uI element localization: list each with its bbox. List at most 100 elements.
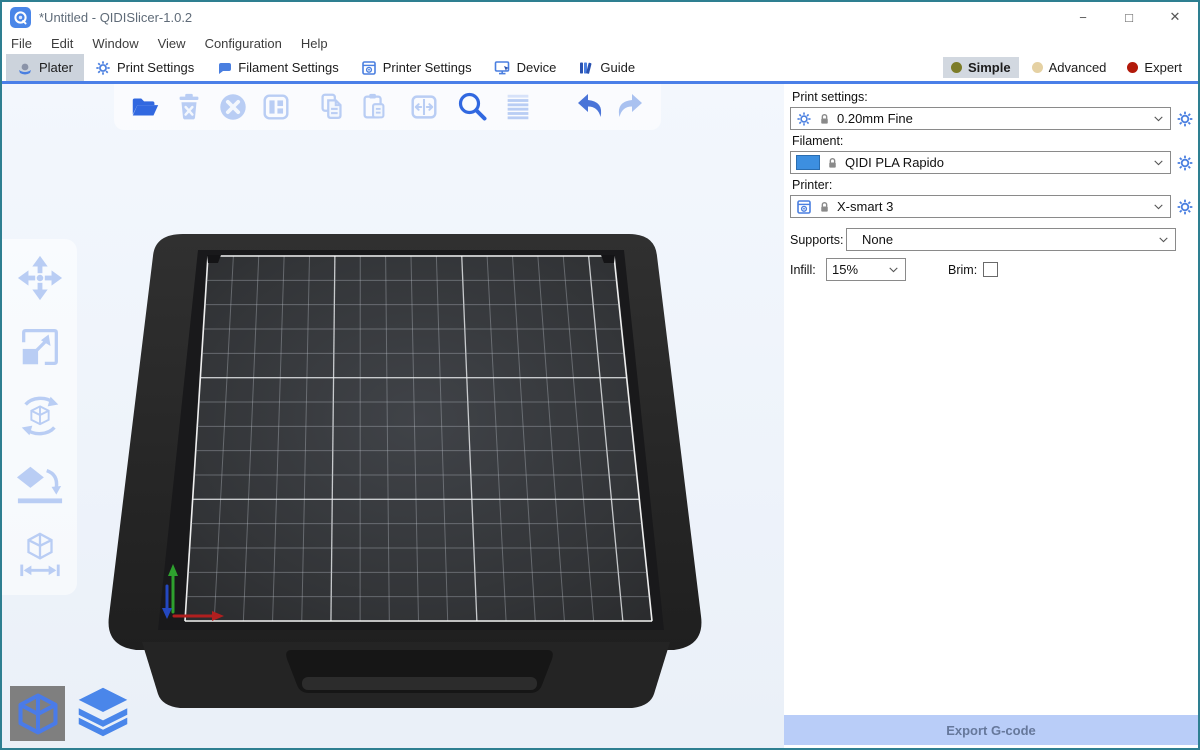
copy-button[interactable]	[315, 90, 349, 124]
app-logo-icon	[10, 7, 31, 28]
mode-label: Advanced	[1049, 60, 1107, 75]
mode-switcher: Simple Advanced Expert	[943, 54, 1198, 81]
mode-advanced[interactable]: Advanced	[1024, 57, 1115, 78]
gear-icon	[95, 60, 111, 76]
sidebar: Print settings: 0.20mm Fine Filament:	[784, 84, 1198, 748]
brim-checkbox[interactable]	[983, 262, 998, 277]
supports-value: None	[852, 232, 893, 247]
edit-printer-button[interactable]	[1175, 197, 1194, 216]
mode-simple[interactable]: Simple	[943, 57, 1019, 78]
delete-button[interactable]	[172, 90, 206, 124]
close-button[interactable]: ✕	[1152, 2, 1198, 32]
edit-print-settings-button[interactable]	[1175, 109, 1194, 128]
mode-label: Expert	[1144, 60, 1182, 75]
menu-view[interactable]: View	[158, 36, 186, 51]
menu-file[interactable]: File	[11, 36, 32, 51]
device-icon	[494, 60, 511, 76]
export-gcode-button[interactable]: Export G-code	[784, 715, 1198, 745]
tab-device[interactable]: Device	[483, 54, 568, 81]
app-window: *Untitled - QIDISlicer-1.0.2 − □ ✕ File …	[0, 0, 1200, 750]
move-icon	[16, 254, 64, 302]
chevron-down-icon	[1152, 200, 1165, 213]
tabbar: Plater Print Settings Filame	[2, 54, 1198, 84]
lock-icon	[818, 200, 831, 214]
printer-icon	[796, 199, 812, 215]
split-objects-button[interactable]	[407, 90, 441, 124]
variable-layer-height-button[interactable]	[501, 90, 535, 124]
redo-icon	[613, 90, 647, 124]
gear-icon	[796, 111, 812, 127]
gear-icon	[1176, 110, 1194, 128]
delete-all-button[interactable]	[216, 90, 250, 124]
printer-combo[interactable]: X-smart 3	[790, 195, 1171, 218]
tab-label: Print Settings	[117, 60, 194, 75]
tab-print-settings[interactable]: Print Settings	[84, 54, 205, 81]
search-icon	[455, 90, 489, 124]
place-on-face-button[interactable]	[15, 460, 65, 510]
menu-window[interactable]: Window	[92, 36, 138, 51]
tab-printer-settings[interactable]: Printer Settings	[350, 54, 483, 81]
split-objects-icon	[408, 91, 440, 123]
printer-icon	[361, 60, 377, 76]
lock-icon	[818, 112, 831, 126]
tab-label: Printer Settings	[383, 60, 472, 75]
tab-guide[interactable]: Guide	[567, 54, 646, 81]
infill-combo[interactable]: 15%	[826, 258, 906, 281]
lock-icon	[826, 156, 839, 170]
print-settings-combo[interactable]: 0.20mm Fine	[790, 107, 1171, 130]
menu-edit[interactable]: Edit	[51, 36, 73, 51]
rotate-button[interactable]	[15, 391, 65, 441]
3d-editor-view-button[interactable]	[10, 686, 65, 741]
redo-button[interactable]	[613, 90, 647, 124]
brim-label: Brim:	[948, 263, 977, 277]
move-button[interactable]	[15, 253, 65, 303]
layers-icon	[75, 685, 131, 739]
window-controls: − □ ✕	[1060, 2, 1198, 32]
menu-help[interactable]: Help	[301, 36, 328, 51]
scale-icon	[16, 323, 64, 371]
tab-filament-settings[interactable]: Filament Settings	[205, 54, 349, 81]
minimize-button[interactable]: −	[1060, 2, 1106, 32]
search-button[interactable]	[455, 90, 489, 124]
infill-label: Infill:	[790, 263, 826, 277]
filament-value: QIDI PLA Rapido	[845, 155, 944, 170]
trash-icon	[173, 91, 205, 123]
view-mode-buttons	[10, 683, 133, 741]
undo-icon	[573, 90, 607, 124]
tab-plater[interactable]: Plater	[6, 54, 84, 81]
advanced-mode-dot-icon	[1032, 62, 1043, 73]
printer-bed	[2, 84, 784, 748]
filament-icon	[216, 60, 232, 76]
tab-label: Device	[517, 60, 557, 75]
mode-label: Simple	[968, 60, 1011, 75]
measure-button[interactable]	[15, 529, 65, 579]
filament-combo[interactable]: QIDI PLA Rapido	[790, 151, 1171, 174]
supports-combo[interactable]: None	[846, 228, 1176, 251]
simple-mode-dot-icon	[951, 62, 962, 73]
mode-expert[interactable]: Expert	[1119, 57, 1190, 78]
menu-configuration[interactable]: Configuration	[205, 36, 282, 51]
maximize-button[interactable]: □	[1106, 2, 1152, 32]
print-settings-label: Print settings:	[792, 90, 1194, 104]
paste-icon	[358, 91, 390, 123]
expert-mode-dot-icon	[1127, 62, 1138, 73]
arrange-button[interactable]	[259, 90, 293, 124]
arrange-icon	[260, 91, 292, 123]
open-button[interactable]	[128, 90, 162, 124]
paste-button[interactable]	[357, 90, 391, 124]
scale-button[interactable]	[15, 322, 65, 372]
edit-filament-button[interactable]	[1175, 153, 1194, 172]
tab-label: Plater	[39, 60, 73, 75]
chevron-down-icon	[1152, 112, 1165, 125]
main-area: Print settings: 0.20mm Fine Filament:	[2, 84, 1198, 748]
3d-viewport[interactable]	[2, 84, 784, 748]
chevron-down-icon	[1157, 233, 1170, 246]
gizmo-toolbar	[2, 239, 77, 595]
measure-icon	[16, 530, 64, 578]
printer-value: X-smart 3	[837, 199, 893, 214]
window-title: *Untitled - QIDISlicer-1.0.2	[39, 10, 192, 25]
undo-button[interactable]	[573, 90, 607, 124]
preview-layers-button[interactable]	[73, 683, 133, 741]
menubar: File Edit Window View Configuration Help	[2, 32, 1198, 54]
gear-icon	[1176, 154, 1194, 172]
